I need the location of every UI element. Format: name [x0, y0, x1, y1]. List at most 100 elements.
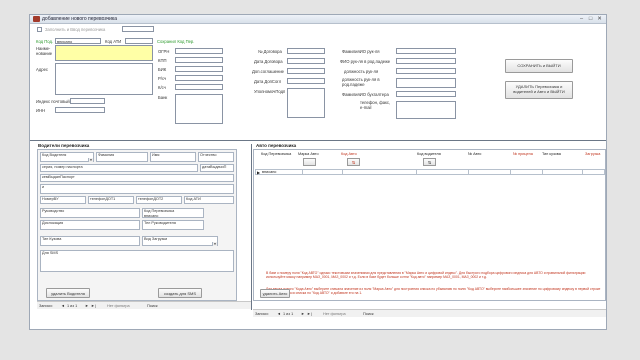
- dolzh-field[interactable]: [396, 68, 456, 74]
- upolnom-field[interactable]: [287, 88, 325, 118]
- create-sms-button[interactable]: создать для SMS: [158, 288, 202, 298]
- auto-note-1: В базе к номеру поля "Код АВТО" однако т…: [266, 271, 586, 280]
- delete-exit-button[interactable]: УДАЛИТЬ Перевозчика и водителей и Авто и…: [505, 81, 573, 99]
- tel2-field[interactable]: телефонДОТ2: [136, 196, 182, 204]
- close-button[interactable]: ✕: [596, 16, 603, 22]
- ks-label: К/сч: [158, 85, 166, 90]
- kem-field[interactable]: кемВыданПаспорт: [40, 174, 234, 182]
- nav-filter[interactable]: Нет фильтра: [107, 304, 130, 308]
- index-label: Индекс почтовый: [36, 99, 70, 104]
- index-field[interactable]: [70, 98, 105, 104]
- nav-next-button[interactable]: ►: [301, 312, 305, 316]
- nav-position[interactable]: 1 из 1: [283, 312, 293, 316]
- nav-position[interactable]: 1 из 1: [67, 304, 77, 308]
- sort-kod-vod-icon[interactable]: ⇅: [423, 158, 436, 166]
- subform-divider: [251, 144, 252, 310]
- kod-vod-field[interactable]: Код Водителя ▼: [40, 152, 94, 162]
- app-icon: [33, 16, 40, 22]
- col-kod-per: Код Перевозчика: [261, 152, 292, 156]
- kod-ati-driver-field[interactable]: Код АТИ: [184, 196, 234, 204]
- col-marka: Марка Авто: [298, 152, 319, 156]
- col-tip-kuz: Тип кузова: [542, 152, 561, 156]
- drivers-panel: Код Водителя ▼ Фамилия Имя Отчество серия…: [37, 149, 237, 301]
- tip-kuz-field[interactable]: Тип Кузова: [40, 236, 140, 246]
- kod-pod-field[interactable]: вписано: [55, 38, 101, 44]
- tel1-field[interactable]: телефонДОТ1: [88, 196, 134, 204]
- nomer-vu-field[interactable]: НомерВУ: [40, 196, 86, 204]
- carrier-form-window: добавление нового перевозчика – □ ✕ Запо…: [29, 14, 607, 330]
- fio-rp-field[interactable]: [396, 58, 456, 64]
- auto-row[interactable]: ▶ вписано: [255, 169, 605, 175]
- vid-zagr-field[interactable]: Вид Загрузки ▼: [142, 236, 218, 246]
- col-nomer-avto: № Авто: [468, 152, 482, 156]
- nav-filter[interactable]: Нет фильтра: [323, 312, 346, 316]
- delete-driver-button[interactable]: удалить Водителя: [46, 288, 90, 298]
- delete-auto-button[interactable]: удалить Авто: [260, 289, 290, 298]
- nav-next-button[interactable]: ►: [85, 304, 89, 308]
- fio-field[interactable]: [396, 48, 456, 54]
- sort-kod-avto-icon[interactable]: ⇅: [347, 158, 360, 166]
- ks-field[interactable]: [175, 84, 223, 90]
- disloc-field[interactable]: Дислокация: [40, 220, 140, 230]
- tel-ruk-field[interactable]: Тел Руководителя: [142, 220, 204, 230]
- vydan-field[interactable]: датаВыдачиП: [200, 164, 234, 172]
- rukovod-field[interactable]: Руководство: [40, 208, 140, 218]
- dogovor-field[interactable]: [287, 48, 325, 54]
- kod-ati-field[interactable]: [125, 38, 153, 44]
- bank-field[interactable]: [175, 94, 223, 124]
- nav-last-button[interactable]: ►|: [91, 304, 96, 308]
- address-field[interactable]: [55, 63, 153, 95]
- kpp-field[interactable]: [175, 57, 223, 63]
- date-dog-label: Дата Договора: [254, 59, 283, 64]
- nav-first-button[interactable]: ◄: [61, 304, 65, 308]
- bik-field[interactable]: [175, 66, 223, 72]
- row-kod-per[interactable]: вписано: [262, 170, 276, 174]
- nav-search[interactable]: Поиск: [147, 304, 158, 308]
- nav-search[interactable]: Поиск: [363, 312, 374, 316]
- sort-marka-button[interactable]: [303, 158, 316, 166]
- dolzh-rp-label: должность рук-ля в род.падеже: [342, 77, 380, 87]
- tel-label: телефон, факс, e-mail: [360, 100, 391, 110]
- row-selector-icon: ▶: [257, 171, 260, 175]
- bank-label: Банк: [158, 95, 168, 100]
- save-kod-label: Сохранил Код Пер.: [157, 39, 195, 44]
- sms-field[interactable]: Для SMS: [40, 250, 234, 272]
- drivers-nav: Записи: ◄ 1 из 1 ► ►| Нет фильтра Поиск: [37, 301, 251, 309]
- window-title: добавление нового перевозчика: [42, 16, 117, 22]
- save-exit-button[interactable]: СОХРАНИТЬ и ВЫЙТИ: [505, 59, 573, 73]
- fill-checkbox[interactable]: [37, 27, 42, 32]
- col-kod-avto: Код Авто: [341, 152, 357, 156]
- chevron-down-icon[interactable]: ▼: [88, 158, 93, 162]
- ogrn-field[interactable]: [175, 48, 223, 54]
- maximize-button[interactable]: □: [587, 16, 594, 22]
- tel-field[interactable]: [396, 101, 456, 119]
- blank-field[interactable]: и: [40, 184, 234, 194]
- date-dog-field[interactable]: [287, 58, 325, 64]
- chevron-down-icon[interactable]: ▼: [212, 242, 217, 246]
- kod-per-field[interactable]: Код Перевозчика вписано: [142, 208, 204, 218]
- familia-field[interactable]: Фамилия: [96, 152, 148, 162]
- nav-last-button[interactable]: ►|: [307, 312, 312, 316]
- name-field[interactable]: [55, 45, 153, 61]
- imya-field[interactable]: Имя: [150, 152, 196, 162]
- upolnom-label: УполномочПодп: [254, 89, 286, 94]
- minimize-button[interactable]: –: [578, 16, 585, 22]
- col-zagruzka: Загрузка: [585, 152, 601, 156]
- title-bar[interactable]: добавление нового перевозчика – □ ✕: [30, 15, 606, 24]
- date-dop-label: Дата ДопСогл: [254, 79, 282, 84]
- top-blank-field[interactable]: [122, 26, 154, 32]
- header-divider: [30, 140, 606, 141]
- fio-rp-label: ФИО рук-ля в род.падеже: [340, 59, 391, 64]
- dolzh-rp-field[interactable]: [396, 78, 456, 88]
- buh-field[interactable]: [396, 91, 456, 97]
- date-dop-field[interactable]: [287, 78, 325, 84]
- buh-label: ФамилияИО бухгалтера: [342, 92, 389, 97]
- otchestvo-field[interactable]: Отчество: [198, 152, 234, 162]
- inn-field[interactable]: [55, 107, 105, 113]
- name-label: Наиме- нование: [36, 46, 53, 56]
- nav-label: Записи:: [39, 304, 53, 308]
- rs-field[interactable]: [175, 75, 223, 81]
- dop-sogl-field[interactable]: [287, 68, 325, 74]
- seria-field[interactable]: серия, номер паспорта: [40, 164, 198, 172]
- nav-first-button[interactable]: ◄: [277, 312, 281, 316]
